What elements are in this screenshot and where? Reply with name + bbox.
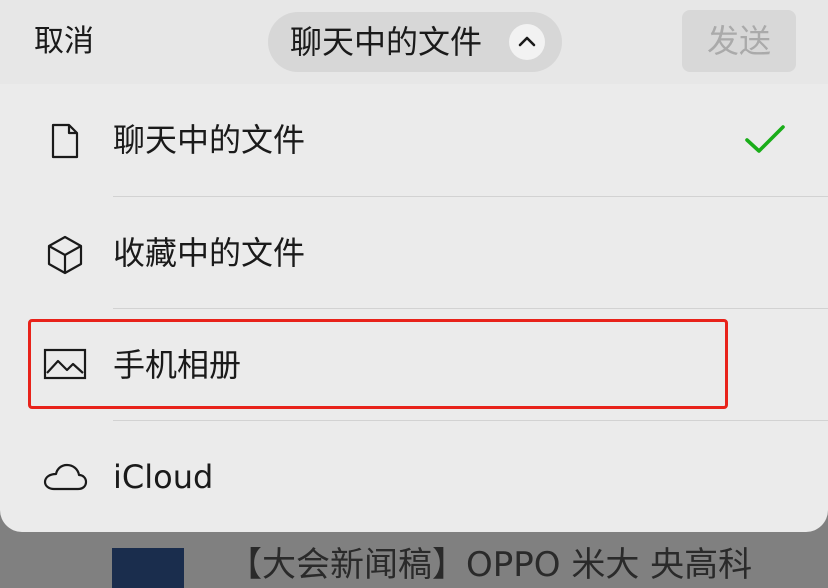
menu-item-label: iCloud xyxy=(113,458,214,496)
source-dropdown: 聊天中的文件 收藏中的文件 手机相册 iCloud xyxy=(0,84,828,532)
source-selector[interactable]: 聊天中的文件 xyxy=(268,12,562,72)
nav-header: 取消 聊天中的文件 发送 xyxy=(0,0,828,84)
checkmark-icon xyxy=(745,125,785,153)
send-button-label: 发送 xyxy=(706,22,771,60)
cloud-icon xyxy=(43,463,88,491)
menu-item-label: 聊天中的文件 xyxy=(113,121,306,159)
source-selector-label: 聊天中的文件 xyxy=(290,23,483,61)
menu-item-label: 收藏中的文件 xyxy=(113,234,306,272)
cube-icon xyxy=(47,235,83,275)
menu-item-label: 手机相册 xyxy=(113,346,242,384)
chevron-up-icon xyxy=(509,24,545,60)
file-name: 【大会新闻稿】OPPO 米大 央高科 xyxy=(228,545,753,585)
menu-item-phone-album[interactable]: 手机相册 xyxy=(0,309,828,421)
photo-icon xyxy=(43,348,87,380)
file-thumbnail xyxy=(112,548,184,588)
send-button[interactable]: 发送 xyxy=(682,10,796,72)
menu-item-icloud[interactable]: iCloud xyxy=(0,421,828,532)
menu-item-favorite-files[interactable]: 收藏中的文件 xyxy=(0,197,828,309)
cancel-button[interactable]: 取消 xyxy=(34,22,94,62)
menu-item-chat-files[interactable]: 聊天中的文件 xyxy=(0,84,828,196)
document-icon xyxy=(51,123,79,159)
